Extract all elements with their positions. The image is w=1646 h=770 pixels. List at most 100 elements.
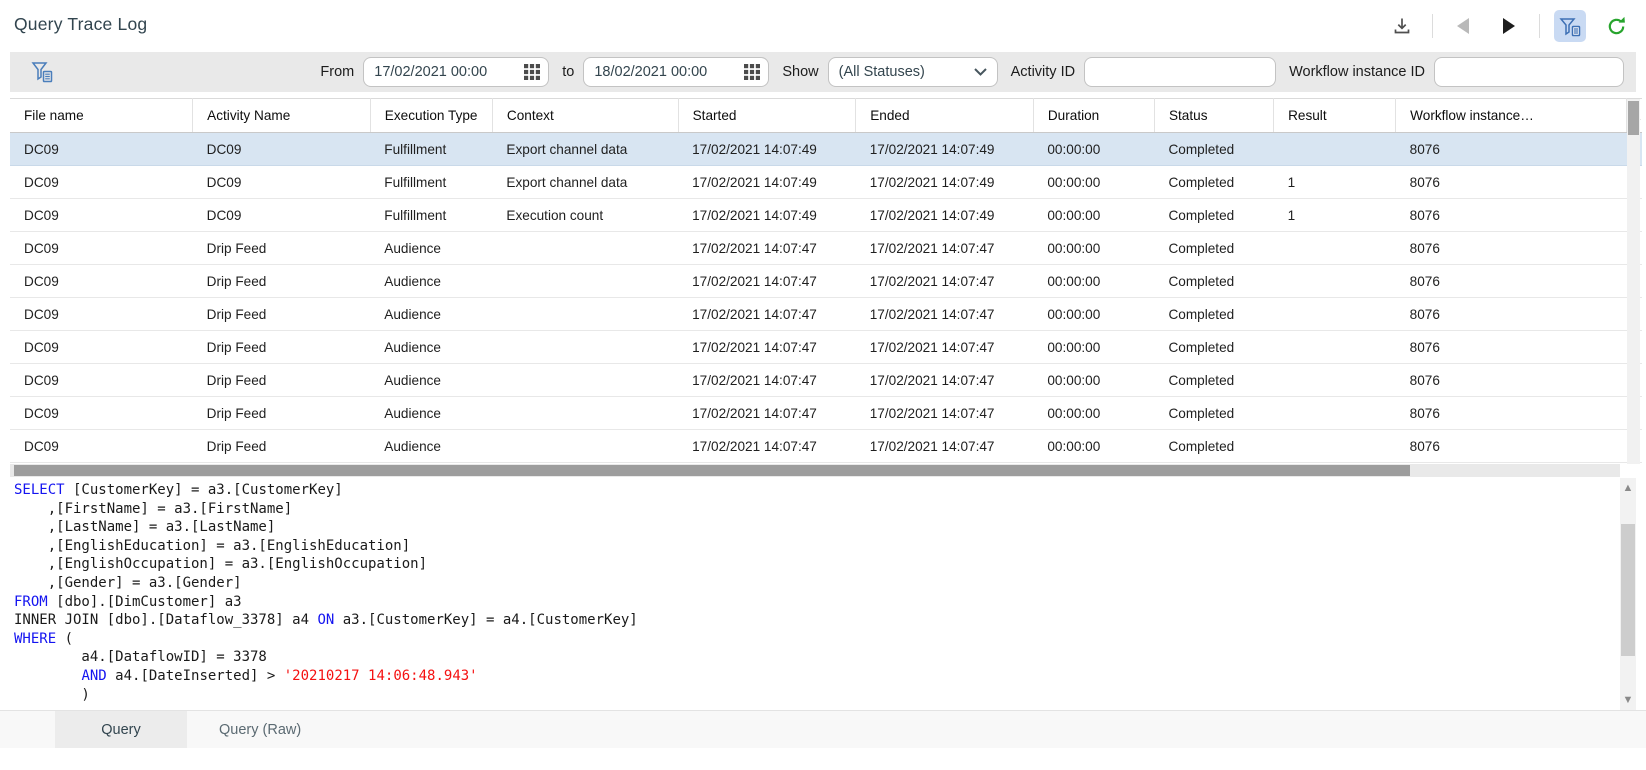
table-cell: Audience xyxy=(370,397,492,430)
column-header[interactable]: Started xyxy=(678,99,856,133)
table-cell: Completed xyxy=(1154,166,1273,199)
table-row[interactable]: DC09Drip FeedAudience17/02/2021 14:07:47… xyxy=(10,364,1642,397)
table-horizontal-scrollbar[interactable] xyxy=(10,464,1620,477)
table-cell: 8076 xyxy=(1396,364,1627,397)
bottom-tab-bar: QueryQuery (Raw) xyxy=(0,710,1646,748)
refresh-button[interactable] xyxy=(1600,10,1632,42)
table-vertical-scrollbar[interactable] xyxy=(1627,99,1640,464)
table-cell: Completed xyxy=(1154,133,1273,166)
sql-line: ,[Gender] = a3.[Gender] xyxy=(14,574,1618,593)
table-row[interactable]: DC09Drip FeedAudience17/02/2021 14:07:47… xyxy=(10,232,1642,265)
activity-id-input[interactable] xyxy=(1084,57,1276,87)
table-cell: Export channel data xyxy=(492,133,678,166)
column-header[interactable]: Result xyxy=(1274,99,1396,133)
column-header[interactable]: Duration xyxy=(1033,99,1154,133)
table-vertical-scrollbar-thumb[interactable] xyxy=(1628,101,1639,135)
table-cell: 17/02/2021 14:07:49 xyxy=(856,199,1034,232)
table-cell xyxy=(1274,430,1396,463)
from-date-input[interactable] xyxy=(363,57,549,87)
table-cell: 17/02/2021 14:07:47 xyxy=(678,232,856,265)
scroll-up-icon[interactable]: ▲ xyxy=(1620,480,1636,496)
sql-line: a4.[DataflowID] = 3378 xyxy=(14,648,1618,667)
column-header[interactable]: Ended xyxy=(856,99,1034,133)
sql-line: INNER JOIN [dbo].[Dataflow_3378] a4 ON a… xyxy=(14,611,1618,630)
table-row[interactable]: DC09Drip FeedAudience17/02/2021 14:07:47… xyxy=(10,298,1642,331)
previous-page-button[interactable] xyxy=(1447,10,1479,42)
toolbar-divider xyxy=(1539,14,1540,38)
sql-preview-pane: SELECT [CustomerKey] = a3.[CustomerKey] … xyxy=(0,478,1618,710)
download-icon xyxy=(1392,16,1412,36)
table-cell: DC09 xyxy=(10,166,193,199)
column-header[interactable]: Workflow instance… xyxy=(1396,99,1627,133)
table-cell: DC09 xyxy=(10,265,193,298)
column-header[interactable]: File name xyxy=(10,99,193,133)
table-cell xyxy=(1274,265,1396,298)
download-button[interactable] xyxy=(1386,10,1418,42)
to-label: to xyxy=(562,64,574,80)
table-cell: DC09 xyxy=(10,199,193,232)
table-cell: 17/02/2021 14:07:49 xyxy=(678,166,856,199)
toolbar-divider xyxy=(1432,14,1433,38)
filter-icon xyxy=(1559,16,1581,37)
table-row[interactable]: DC09Drip FeedAudience17/02/2021 14:07:47… xyxy=(10,331,1642,364)
trace-table: File nameActivity NameExecution TypeCont… xyxy=(10,98,1642,463)
table-cell: Audience xyxy=(370,265,492,298)
table-cell: Audience xyxy=(370,364,492,397)
to-date-input[interactable] xyxy=(583,57,769,87)
next-page-button[interactable] xyxy=(1493,10,1525,42)
table-cell: 17/02/2021 14:07:47 xyxy=(856,331,1034,364)
table-cell: Audience xyxy=(370,298,492,331)
table-cell: 8076 xyxy=(1396,265,1627,298)
table-cell: Drip Feed xyxy=(193,232,371,265)
table-row[interactable]: DC09Drip FeedAudience17/02/2021 14:07:47… xyxy=(10,397,1642,430)
bottom-spacer xyxy=(0,748,1646,770)
sql-line: FROM [dbo].[DimCustomer] a3 xyxy=(14,593,1618,612)
tab-query[interactable]: Query xyxy=(55,711,187,748)
table-cell: 17/02/2021 14:07:47 xyxy=(678,397,856,430)
table-cell xyxy=(1274,331,1396,364)
title-bar: Query Trace Log xyxy=(0,0,1646,48)
filter-list-icon[interactable] xyxy=(30,60,54,83)
table-cell: 17/02/2021 14:07:47 xyxy=(856,232,1034,265)
previous-icon xyxy=(1457,18,1469,34)
table-cell: DC09 xyxy=(10,133,193,166)
table-cell: Export channel data xyxy=(492,166,678,199)
table-cell: 17/02/2021 14:07:49 xyxy=(856,133,1034,166)
table-cell: 17/02/2021 14:07:47 xyxy=(856,265,1034,298)
table-row[interactable]: DC09DC09FulfillmentExport channel data17… xyxy=(10,166,1642,199)
sql-line: ,[LastName] = a3.[LastName] xyxy=(14,518,1618,537)
status-select[interactable]: (All Statuses) xyxy=(828,57,998,87)
table-cell: 17/02/2021 14:07:49 xyxy=(678,199,856,232)
table-cell: 00:00:00 xyxy=(1033,430,1154,463)
sql-line: ,[EnglishOccupation] = a3.[EnglishOccupa… xyxy=(14,555,1618,574)
table-cell: 1 xyxy=(1274,166,1396,199)
table-cell: Drip Feed xyxy=(193,331,371,364)
table-cell: 17/02/2021 14:07:47 xyxy=(678,430,856,463)
column-header[interactable]: Execution Type xyxy=(370,99,492,133)
filter-toggle-button[interactable] xyxy=(1554,10,1586,42)
column-header[interactable]: Activity Name xyxy=(193,99,371,133)
from-date-field xyxy=(363,57,549,87)
workflow-instance-id-input[interactable] xyxy=(1434,57,1624,87)
column-header[interactable]: Context xyxy=(492,99,678,133)
table-row[interactable]: DC09Drip FeedAudience17/02/2021 14:07:47… xyxy=(10,265,1642,298)
sql-vertical-scrollbar[interactable]: ▲ ▼ xyxy=(1620,478,1636,710)
table-row[interactable]: DC09DC09FulfillmentExport channel data17… xyxy=(10,133,1642,166)
table-cell xyxy=(1274,298,1396,331)
column-header[interactable]: Status xyxy=(1154,99,1273,133)
table-cell: 8076 xyxy=(1396,166,1627,199)
tab-query-raw[interactable]: Query (Raw) xyxy=(187,711,333,748)
table-row[interactable]: DC09DC09FulfillmentExecution count17/02/… xyxy=(10,199,1642,232)
table-cell xyxy=(492,265,678,298)
table-header-row: File nameActivity NameExecution TypeCont… xyxy=(10,99,1642,133)
table-cell: Fulfillment xyxy=(370,199,492,232)
table-cell: 00:00:00 xyxy=(1033,265,1154,298)
refresh-icon xyxy=(1606,16,1627,37)
table-cell: 8076 xyxy=(1396,232,1627,265)
table-horizontal-scrollbar-thumb[interactable] xyxy=(14,465,1410,476)
table-row[interactable]: DC09Drip FeedAudience17/02/2021 14:07:47… xyxy=(10,430,1642,463)
table-cell: 00:00:00 xyxy=(1033,133,1154,166)
scroll-down-icon[interactable]: ▼ xyxy=(1620,692,1636,708)
sql-vertical-scrollbar-thumb[interactable] xyxy=(1621,524,1635,656)
table-cell: 17/02/2021 14:07:47 xyxy=(856,298,1034,331)
